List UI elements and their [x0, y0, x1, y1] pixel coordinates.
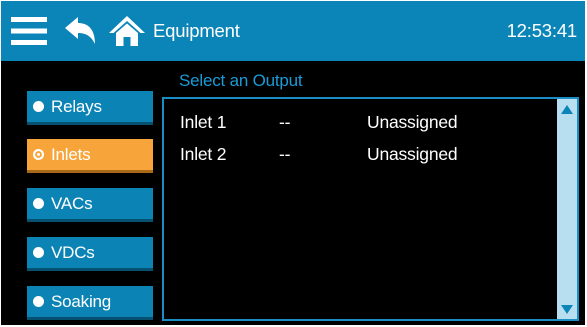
nav-button-label: Soaking [51, 291, 112, 311]
output-status: Unassigned [367, 112, 458, 132]
nav-button-soaking[interactable]: Soaking [27, 286, 153, 320]
scroll-down-button[interactable] [557, 299, 577, 319]
list-item[interactable]: Inlet 1 -- Unassigned [164, 109, 554, 135]
home-icon [109, 16, 145, 46]
menu-icon [11, 17, 47, 45]
output-status: Unassigned [367, 144, 458, 164]
back-button[interactable] [61, 1, 99, 61]
radio-dot-icon [33, 198, 44, 209]
output-name: Inlet 2 [180, 144, 227, 164]
radio-dot-icon [33, 296, 44, 307]
nav-button-inlets[interactable]: Inlets [27, 139, 153, 173]
nav-button-relays[interactable]: Relays [27, 91, 153, 125]
radio-dot-icon [33, 101, 44, 112]
scroll-up-icon [561, 104, 573, 114]
scroll-up-button[interactable] [557, 99, 577, 119]
scrollbar[interactable] [557, 99, 577, 319]
home-button[interactable] [107, 1, 147, 61]
nav-button-label: VDCs [51, 242, 95, 262]
nav-button-vdcs[interactable]: VDCs [27, 237, 153, 271]
app-screen: Equipment 12:53:41 Select an Output Rela… [1, 1, 585, 325]
output-value: -- [279, 144, 291, 164]
page-title: Equipment [153, 20, 240, 41]
output-name: Inlet 1 [180, 112, 227, 132]
nav-button-label: VACs [51, 193, 93, 213]
header-bar: Equipment 12:53:41 [1, 1, 585, 61]
select-output-heading: Select an Output [179, 71, 303, 90]
menu-button[interactable] [9, 1, 49, 61]
nav-button-label: Inlets [51, 144, 91, 164]
output-value: -- [279, 112, 291, 132]
back-icon [65, 17, 95, 44]
nav-button-label: Relays [51, 96, 102, 116]
clock: 12:53:41 [506, 20, 578, 41]
scroll-down-icon [561, 304, 573, 314]
list-item[interactable]: Inlet 2 -- Unassigned [164, 141, 554, 167]
output-list: Inlet 1 -- Unassigned Inlet 2 -- Unassig… [162, 97, 579, 321]
radio-selected-icon [33, 149, 44, 160]
nav-button-vacs[interactable]: VACs [27, 188, 153, 222]
radio-dot-icon [33, 247, 44, 258]
